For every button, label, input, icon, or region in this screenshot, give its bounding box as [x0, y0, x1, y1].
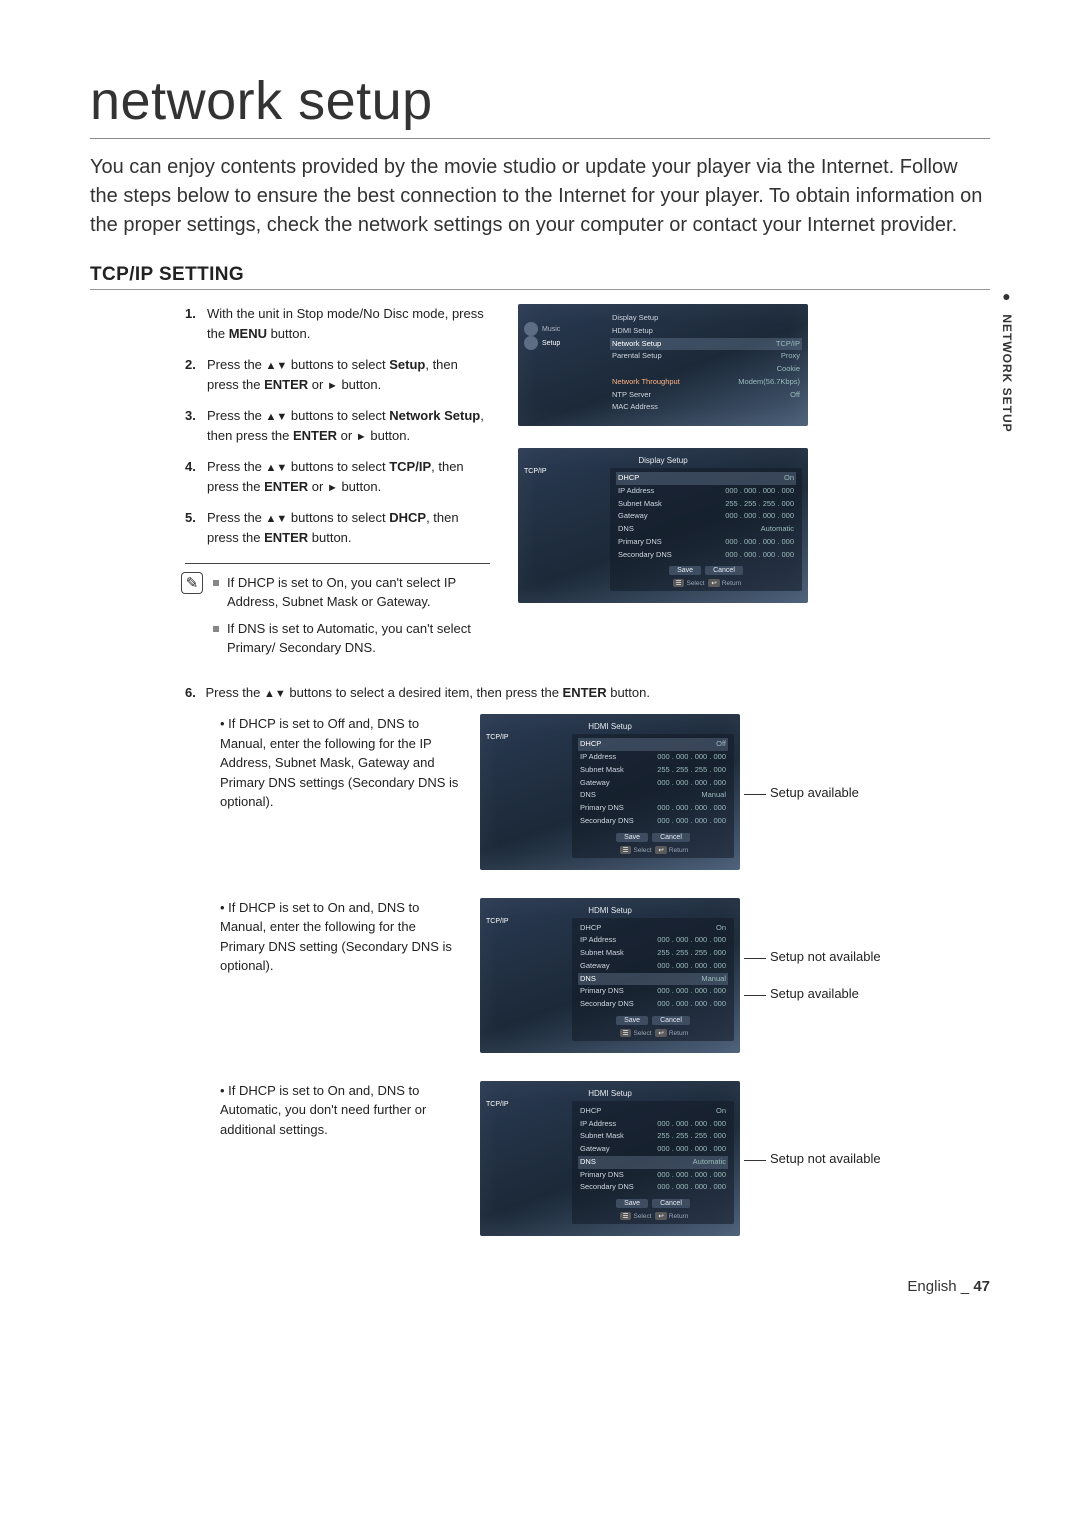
- osd-screenshot-dhcp-on-auto: HDMI Setup TCP/IP DHCPOn IP Address000 .…: [480, 1081, 740, 1236]
- callout-label: Setup not available: [746, 949, 886, 964]
- updown-icon: ▲▼: [266, 360, 288, 372]
- page-title: network setup: [90, 70, 990, 139]
- steps-list: With the unit in Stop mode/No Disc mode,…: [185, 304, 490, 547]
- side-tab: ● NETWORK SETUP: [1000, 288, 1014, 433]
- right-icon: ►: [327, 482, 338, 494]
- updown-icon: ▲▼: [266, 513, 288, 525]
- scenario-text: If DHCP is set to On and, DNS to Automat…: [220, 1081, 460, 1140]
- section-heading: TCP/IP SETTING: [90, 264, 990, 290]
- footer-sep: _: [961, 1278, 969, 1295]
- note-item: If DNS is set to Automatic, you can't se…: [213, 620, 490, 658]
- callout-label: Setup available: [746, 785, 886, 800]
- step-4: Press the ▲▼ buttons to select TCP/IP, t…: [185, 457, 490, 496]
- page-footer: English _ 47: [90, 1278, 990, 1295]
- intro-paragraph: You can enjoy contents provided by the m…: [90, 153, 990, 240]
- osd-screenshot-menu: Music Setup Display Setup HDMI Setup Net…: [518, 304, 808, 426]
- note-block: ✎ If DHCP is set to On, you can't select…: [185, 563, 490, 657]
- osd-screenshot-dhcp-on-manual: HDMI Setup TCP/IP DHCPOn IP Address000 .…: [480, 898, 740, 1053]
- note-icon: ✎: [181, 572, 203, 594]
- osd-screenshot-tcpip: Display Setup TCP/IP DHCPOn IP Address00…: [518, 448, 808, 603]
- right-icon: ►: [327, 380, 338, 392]
- scenario-text: If DHCP is set to On and, DNS to Manual,…: [220, 898, 460, 976]
- updown-icon: ▲▼: [266, 462, 288, 474]
- step-5: Press the ▲▼ buttons to select DHCP, the…: [185, 508, 490, 547]
- scenario-text: If DHCP is set to Off and, DNS to Manual…: [220, 714, 460, 812]
- osd-screenshot-dhcp-off: HDMI Setup TCP/IP DHCPOff IP Address000 …: [480, 714, 740, 869]
- right-icon: ►: [356, 431, 367, 443]
- updown-icon: ▲▼: [266, 411, 288, 423]
- callout-label: Setup not available: [746, 1151, 886, 1166]
- side-tab-label: NETWORK SETUP: [1000, 314, 1014, 432]
- step-6: 6. Press the ▲▼ buttons to select a desi…: [90, 685, 990, 700]
- note-item: If DHCP is set to On, you can't select I…: [213, 574, 490, 612]
- callout-label: Setup available: [746, 986, 886, 1001]
- step-3: Press the ▲▼ buttons to select Network S…: [185, 406, 490, 445]
- page-number: 47: [973, 1278, 990, 1295]
- updown-icon: ▲▼: [264, 688, 286, 700]
- step-2: Press the ▲▼ buttons to select Setup, th…: [185, 355, 490, 394]
- footer-lang: English: [907, 1278, 956, 1295]
- step-1: With the unit in Stop mode/No Disc mode,…: [185, 304, 490, 343]
- bullet-icon: ●: [1002, 288, 1011, 304]
